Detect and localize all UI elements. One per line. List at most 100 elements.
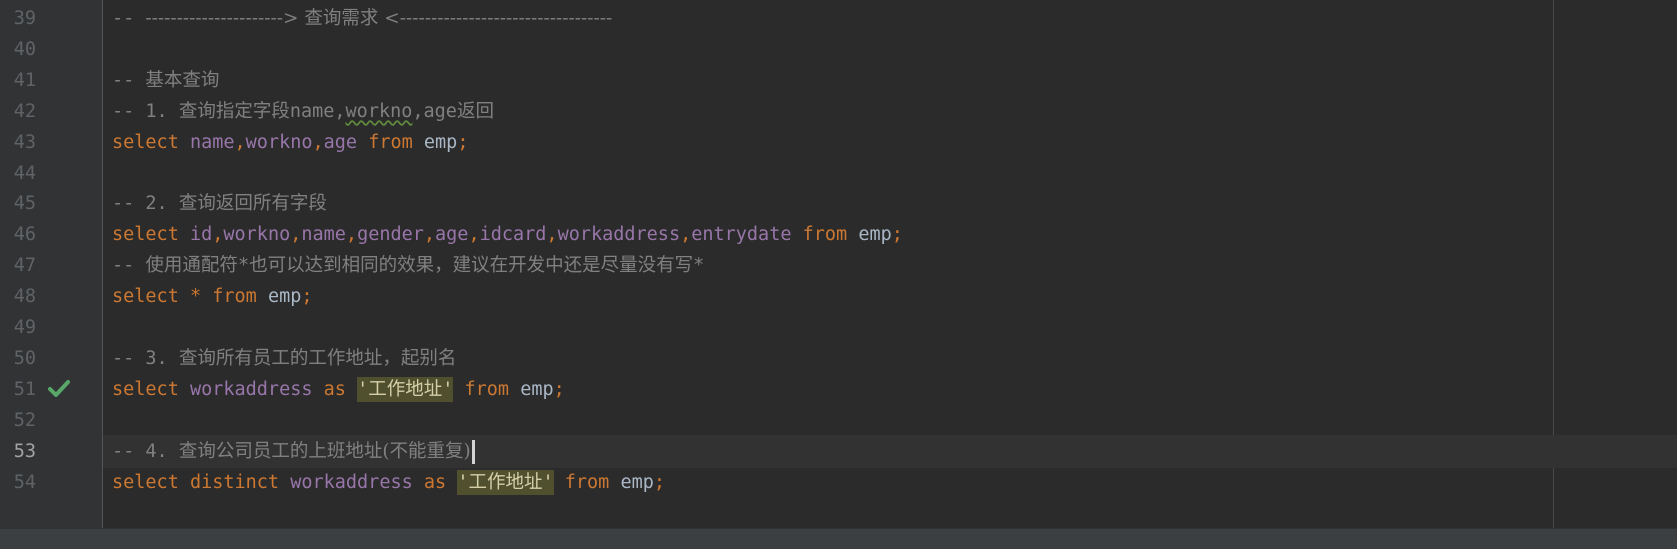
code-line[interactable]: 39 -- ----------------------> 查询需求 <-----… (0, 2, 1677, 35)
comment-text: ----------------------> 查询需求 <----------… (145, 8, 613, 29)
code-line-text[interactable]: select distinct workaddress as '工作地址' fr… (112, 466, 665, 499)
punctuation-token: ; (457, 131, 469, 153)
comment-text: ,age (412, 100, 457, 122)
code-line-text[interactable]: select * from emp; (112, 280, 313, 313)
code-line-text[interactable]: -- 4. 查询公司员工的上班地址(不能重复) (112, 435, 475, 468)
punctuation-token: ; (891, 224, 903, 246)
column-token: name (189, 131, 235, 153)
keyword-token: from (564, 471, 610, 493)
code-line[interactable]: 45 -- 2. 查询返回所有字段 (0, 187, 1677, 220)
keyword-token: select (112, 224, 179, 246)
line-number[interactable]: 49 (0, 311, 36, 344)
code-line[interactable]: 47 -- 使用通配符*也可以达到相同的效果，建议在开发中还是尽量没有写* (0, 249, 1677, 282)
line-number[interactable]: 44 (0, 157, 36, 190)
code-line[interactable]: 52 (0, 404, 1677, 437)
code-line[interactable]: 49 (0, 311, 1677, 344)
keyword-token: as (323, 378, 346, 400)
code-line[interactable]: 40 (0, 33, 1677, 66)
code-line[interactable]: 46 select id,workno,name,gender,age,idcar… (0, 218, 1677, 251)
column-token: workno (223, 224, 291, 246)
code-line[interactable]: 41 -- 基本查询 (0, 64, 1677, 97)
line-number[interactable]: 42 (0, 95, 36, 128)
code-line-text[interactable]: select name,workno,age from emp; (112, 126, 468, 159)
code-line-text[interactable]: select id,workno,name,gender,age,idcard,… (112, 218, 903, 251)
line-number[interactable]: 52 (0, 404, 36, 437)
code-editor[interactable]: 39 -- ----------------------> 查询需求 <-----… (0, 0, 1677, 549)
punctuation-token: , (290, 224, 302, 246)
punctuation-token: , (546, 224, 558, 246)
wildcard-token: * (189, 286, 202, 308)
comment-text: 使用通配符 (145, 255, 238, 277)
horizontal-scrollbar[interactable] (0, 528, 1677, 549)
checkmark-icon[interactable] (48, 379, 70, 399)
keyword-token: from (368, 131, 413, 153)
text-cursor (471, 439, 475, 464)
keyword-token: as (423, 471, 447, 493)
keyword-token: from (802, 224, 848, 246)
code-line[interactable]: 54 select distinct workaddress as '工作地址' … (0, 466, 1677, 499)
comment-text: 查询返回所有字段 (178, 193, 327, 215)
comment-prefix: -- 4. (112, 440, 179, 462)
line-number[interactable]: 46 (0, 218, 36, 251)
spellcheck-word: workno (345, 100, 413, 122)
punctuation-token: , (680, 224, 692, 246)
punctuation-token: , (345, 224, 358, 246)
line-number[interactable]: 47 (0, 249, 36, 282)
line-number[interactable]: 54 (0, 466, 36, 499)
line-number[interactable]: 45 (0, 187, 36, 220)
column-token: name (301, 224, 346, 246)
comment-text: 返回 (456, 100, 494, 122)
line-number[interactable]: 43 (0, 126, 36, 159)
line-number[interactable]: 53 (0, 435, 36, 468)
comment-prefix: -- (112, 8, 146, 29)
comment-prefix: -- 3. (112, 347, 179, 369)
code-line-text[interactable]: -- 3. 查询所有员工的工作地址，起别名 (112, 342, 456, 375)
identifier-token: emp (520, 378, 554, 400)
line-number[interactable]: 39 (0, 2, 36, 35)
comment-prefix: -- 2. (112, 193, 179, 215)
keyword-token: select (112, 378, 179, 400)
punctuation-token: ; (301, 286, 313, 308)
column-token: age (435, 224, 469, 246)
line-number[interactable]: 51 (0, 373, 36, 406)
keyword-token: distinct (189, 471, 280, 493)
string-literal: '工作地址' (457, 469, 554, 495)
line-number[interactable]: 41 (0, 64, 36, 97)
code-line[interactable]: 43 select name,workno,age from emp; (0, 126, 1677, 159)
comment-text: * (693, 255, 705, 277)
comment-prefix: -- (112, 69, 146, 91)
column-token: entrydate (691, 224, 792, 246)
comment-prefix: -- 1. (112, 100, 179, 122)
column-token: workaddress (290, 471, 413, 493)
column-token: workno (245, 131, 313, 153)
code-line[interactable]: 48 select * from emp; (0, 280, 1677, 313)
keyword-token: from (212, 286, 257, 308)
line-number[interactable]: 40 (0, 33, 36, 66)
comment-text: name, (289, 100, 346, 122)
comment-text: 也可以达到相同的效果，建议在开发中还是尽量没有写 (249, 255, 694, 277)
code-line-text[interactable]: -- 使用通配符*也可以达到相同的效果，建议在开发中还是尽量没有写* (112, 249, 704, 282)
column-token: gender (357, 224, 424, 246)
line-number[interactable]: 48 (0, 280, 36, 313)
column-token: workaddress (557, 224, 681, 246)
line-number[interactable]: 50 (0, 342, 36, 375)
code-line[interactable]: 50 -- 3. 查询所有员工的工作地址，起别名 (0, 342, 1677, 375)
column-token: workaddress (189, 378, 313, 400)
code-line[interactable]: 44 (0, 157, 1677, 190)
code-line[interactable]: 42 -- 1. 查询指定字段name,workno,age返回 (0, 95, 1677, 128)
code-line-text[interactable]: -- 1. 查询指定字段name,workno,age返回 (112, 95, 494, 128)
comment-text: 基本查询 (145, 69, 220, 91)
code-line-text[interactable]: select workaddress as '工作地址' from emp; (112, 373, 565, 406)
code-line-text[interactable]: -- ----------------------> 查询需求 <-------… (112, 2, 612, 35)
keyword-token: select (112, 131, 179, 153)
identifier-token: emp (267, 286, 302, 308)
comment-text: 查询公司员工的上班地址(不能重复) (178, 440, 471, 462)
code-line[interactable]: 53 -- 4. 查询公司员工的上班地址(不能重复) (0, 435, 1677, 468)
comment-prefix: -- (112, 255, 146, 277)
column-token: idcard (479, 224, 547, 246)
string-literal: '工作地址' (357, 376, 454, 402)
code-line[interactable]: 51 select workaddress as '工作地址' from emp; (0, 373, 1677, 406)
code-line-text[interactable]: -- 基本查询 (112, 64, 219, 97)
column-token: id (189, 224, 213, 246)
code-line-text[interactable]: -- 2. 查询返回所有字段 (112, 187, 327, 220)
